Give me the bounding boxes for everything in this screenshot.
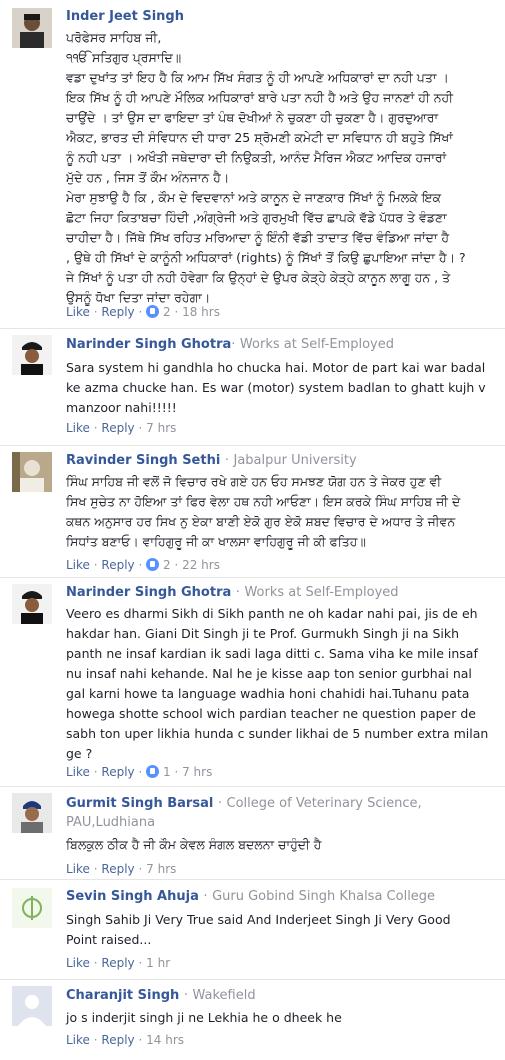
commenter-name[interactable]: Sevin Singh Ahuja · Guru Gobind Singh Kh…: [66, 889, 435, 904]
comment-text: Singh Sahib Ji Very True said And Inderj…: [66, 912, 451, 947]
comment-text: ਬਿਲਕੁਲ ਠੀਕ ਹੈ ਜੀ ਕੌਮ ਕੇਵਲ ਸੰਗਲ ਬਦਲਨਾ ਚਾਹ…: [66, 837, 322, 852]
timestamp[interactable]: 7 hrs: [146, 862, 176, 876]
commenter-name[interactable]: Inder Jeet Singh: [66, 9, 184, 24]
comment-actions: Like · Reply · 2 · 18 hrs: [66, 305, 220, 319]
comment-text: Sara system hi gandhla ho chucka hai. Mo…: [66, 360, 486, 415]
commenter-name[interactable]: Narinder Singh Ghotra · Works at Self-Em…: [66, 585, 399, 600]
avatar-photo-icon: [12, 8, 52, 48]
comment-text: jo s inderjit singh ji ne Lekhia he o dh…: [66, 1010, 342, 1025]
reply-link[interactable]: Reply: [101, 862, 134, 876]
comment-text: ਸਿੰਘ ਸਾਹਿਬ ਜੀ ਵਲੋਂ ਜੋ ਵਿਚਾਰ ਰਖੇ ਗਏ ਹਨ ਓਹ…: [66, 474, 461, 549]
reply-link[interactable]: Reply: [101, 1033, 134, 1047]
like-link[interactable]: Like: [66, 1033, 90, 1047]
comment-actions: Like · Reply · 7 hrs: [66, 862, 177, 876]
like-link[interactable]: Like: [66, 862, 90, 876]
avatar[interactable]: [12, 8, 52, 48]
comment-actions: Like · Reply · 1 hr: [66, 956, 171, 970]
comment-actions: Like · Reply · 2 · 22 hrs: [66, 558, 220, 572]
comment: Inder Jeet Singh ਪਰੋਫੇਸਰ ਸਾਹਿਬ ਜੀ, ੧ੴ ਸਤਿ…: [0, 0, 505, 328]
like-count-icon: [146, 305, 160, 318]
like-count[interactable]: 2: [163, 558, 171, 572]
comment-actions: Like · Reply · 1 · 7 hrs: [66, 765, 213, 779]
commenter-name[interactable]: Gurmit Singh Barsal · College of Veterin…: [66, 796, 422, 811]
avatar[interactable]: [12, 584, 52, 624]
commenter-name[interactable]: Charanjit Singh · Wakefield: [66, 988, 256, 1003]
like-link[interactable]: Like: [66, 558, 90, 572]
avatar-photo-icon: [12, 793, 52, 833]
avatar-photo-icon: [12, 888, 52, 928]
avatar[interactable]: [12, 888, 52, 928]
timestamp[interactable]: 7 hrs: [182, 765, 212, 779]
commenter-name[interactable]: Ravinder Singh Sethi · Jabalpur Universi…: [66, 453, 357, 468]
reply-link[interactable]: Reply: [101, 421, 134, 435]
like-link[interactable]: Like: [66, 956, 90, 970]
reply-link[interactable]: Reply: [101, 765, 134, 779]
comment: Narinder Singh Ghotra· Works at Self-Emp…: [0, 329, 505, 446]
commenter-subtitle: Guru Gobind Singh Khalsa College: [212, 889, 436, 904]
like-link[interactable]: Like: [66, 305, 90, 319]
commenter-subtitle-cont: PAU,Ludhiana: [66, 815, 156, 830]
like-count[interactable]: 2: [163, 305, 171, 319]
commenter-subtitle: Works at Self-Employed: [239, 337, 394, 352]
timestamp[interactable]: 22 hrs: [182, 558, 220, 572]
comment-text: Veero es dharmi Sikh di Sikh panth ne oh…: [66, 606, 489, 761]
comment: Gurmit Singh Barsal · College of Veterin…: [0, 787, 505, 879]
avatar-photo-icon: [12, 584, 52, 624]
reply-link[interactable]: Reply: [101, 558, 134, 572]
commenter-subtitle: Jabalpur University: [233, 453, 357, 468]
avatar-photo-icon: [12, 335, 52, 375]
like-link[interactable]: Like: [66, 421, 90, 435]
commenter-subtitle: Works at Self-Employed: [244, 585, 399, 600]
commenter-name[interactable]: Narinder Singh Ghotra· Works at Self-Emp…: [66, 337, 394, 352]
avatar[interactable]: [12, 335, 52, 375]
comment: Sevin Singh Ahuja · Guru Gobind Singh Kh…: [0, 880, 505, 978]
timestamp[interactable]: 14 hrs: [146, 1033, 184, 1047]
avatar[interactable]: [12, 793, 52, 833]
timestamp[interactable]: 18 hrs: [182, 305, 220, 319]
comment: Ravinder Singh Sethi · Jabalpur Universi…: [0, 446, 505, 576]
comment: Charanjit Singh · Wakefield jo s inderji…: [0, 980, 505, 1060]
comment-text: ਪਰੋਫੇਸਰ ਸਾਹਿਬ ਜੀ, ੧ੴ ਸਤਿਗੁਰ ਪ੍ਰਸਾਦਿ॥ ਵਡਾ ਦ…: [66, 30, 466, 305]
commenter-subtitle: College of Veterinary Science,: [226, 796, 422, 811]
comment-actions: Like · Reply · 7 hrs: [66, 421, 177, 435]
reply-link[interactable]: Reply: [101, 305, 134, 319]
comment-actions: Like · Reply · 14 hrs: [66, 1033, 185, 1047]
commenter-subtitle: Wakefield: [192, 988, 256, 1003]
timestamp[interactable]: 7 hrs: [146, 421, 176, 435]
avatar-photo-icon: [12, 452, 52, 492]
like-count-icon: [146, 558, 160, 571]
like-count-icon: [146, 765, 160, 778]
avatar[interactable]: [12, 986, 52, 1026]
timestamp[interactable]: 1 hr: [146, 956, 170, 970]
like-count[interactable]: 1: [163, 765, 171, 779]
reply-link[interactable]: Reply: [101, 956, 134, 970]
avatar[interactable]: [12, 452, 52, 492]
like-link[interactable]: Like: [66, 765, 90, 779]
default-avatar-icon: [12, 986, 52, 1026]
comment: Narinder Singh Ghotra · Works at Self-Em…: [0, 578, 505, 785]
